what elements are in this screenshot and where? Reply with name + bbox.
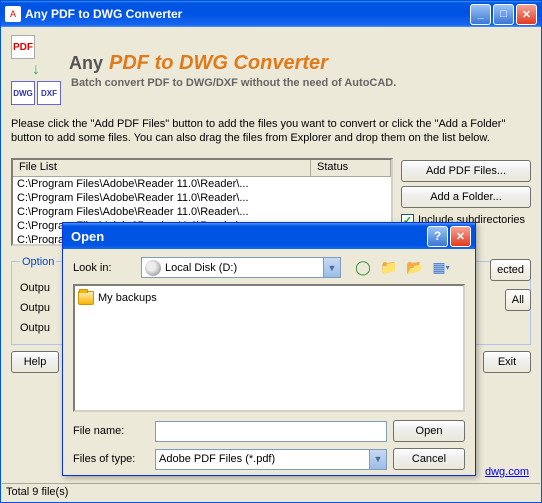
help-button[interactable]: Help	[11, 351, 59, 373]
product-title: PDF to DWG Converter	[109, 52, 328, 75]
brand-word: Any	[69, 53, 103, 74]
look-in-combo[interactable]: Local Disk (D:) ▼	[141, 257, 341, 278]
cancel-button[interactable]: Cancel	[393, 448, 465, 470]
dropdown-icon[interactable]: ▼	[323, 258, 340, 277]
arrow-down-icon: ↓	[11, 61, 61, 79]
remove-all-fragment[interactable]: All	[505, 289, 531, 311]
app-icon: A	[5, 6, 21, 22]
look-in-label: Look in:	[73, 262, 135, 274]
file-name-input[interactable]	[155, 421, 387, 442]
folder-icon	[78, 291, 94, 305]
file-name-label: File name:	[73, 425, 149, 437]
modal-close-button[interactable]: ✕	[450, 226, 471, 247]
open-dialog: Open ? ✕ Look in: Local Disk (D:) ▼ ◯ 📁 …	[62, 222, 476, 476]
add-pdf-files-button[interactable]: Add PDF Files...	[401, 160, 531, 182]
up-one-level-icon[interactable]: 📁	[379, 258, 399, 278]
list-header: File List Status	[13, 160, 391, 177]
close-button[interactable]: ✕	[516, 4, 537, 25]
modal-help-button[interactable]: ?	[427, 226, 448, 247]
dwg-icon: DWG	[11, 81, 35, 105]
file-type-label: Files of type:	[73, 453, 149, 465]
exit-button[interactable]: Exit	[483, 351, 531, 373]
look-in-value: Local Disk (D:)	[165, 262, 237, 274]
header-icons: PDF ↓ DWG DXF	[11, 35, 61, 105]
header-area: PDF ↓ DWG DXF Any PDF to DWG Converter B…	[1, 27, 541, 109]
header-text: Any PDF to DWG Converter Batch convert P…	[69, 52, 396, 89]
options-legend: Option	[20, 256, 56, 268]
statusbar: Total 9 file(s)	[2, 483, 540, 502]
folder-name: My backups	[98, 292, 157, 304]
new-folder-icon[interactable]: 📂	[405, 258, 425, 278]
pdf-icon: PDF	[11, 35, 35, 59]
website-link[interactable]: dwg.com	[485, 466, 529, 478]
product-subtitle: Batch convert PDF to DWG/DXF without the…	[71, 77, 396, 89]
minimize-button[interactable]: _	[470, 4, 491, 25]
file-type-combo[interactable]: Adobe PDF Files (*.pdf) ▼	[155, 449, 387, 470]
folder-item[interactable]: My backups	[78, 289, 460, 306]
list-item[interactable]: C:\Program Files\Adobe\Reader 11.0\Reade…	[13, 205, 391, 219]
col-file-header[interactable]: File List	[13, 160, 311, 176]
main-titlebar: A Any PDF to DWG Converter _ □ ✕	[1, 1, 541, 27]
col-status-header[interactable]: Status	[311, 160, 391, 176]
modal-titlebar: Open ? ✕	[63, 223, 475, 249]
maximize-button[interactable]: □	[493, 4, 514, 25]
modal-title: Open	[67, 229, 427, 244]
disk-icon	[145, 260, 161, 276]
file-browser-area[interactable]: My backups	[73, 284, 465, 412]
window-title: Any PDF to DWG Converter	[25, 7, 470, 21]
list-item[interactable]: C:\Program Files\Adobe\Reader 11.0\Reade…	[13, 191, 391, 205]
dropdown-icon[interactable]: ▼	[369, 450, 386, 469]
open-button[interactable]: Open	[393, 420, 465, 442]
remove-selected-fragment[interactable]: ected	[490, 259, 531, 281]
dxf-icon: DXF	[37, 81, 61, 105]
add-folder-button[interactable]: Add a Folder...	[401, 186, 531, 208]
views-icon[interactable]: ▦▾	[431, 258, 451, 278]
list-item[interactable]: C:\Program Files\Adobe\Reader 11.0\Reade…	[13, 177, 391, 191]
back-icon[interactable]: ◯	[353, 258, 373, 278]
file-type-value: Adobe PDF Files (*.pdf)	[159, 453, 275, 465]
behind-right-fragments: ected All	[475, 259, 531, 311]
instructions-text: Please click the "Add PDF Files" button …	[1, 109, 541, 154]
